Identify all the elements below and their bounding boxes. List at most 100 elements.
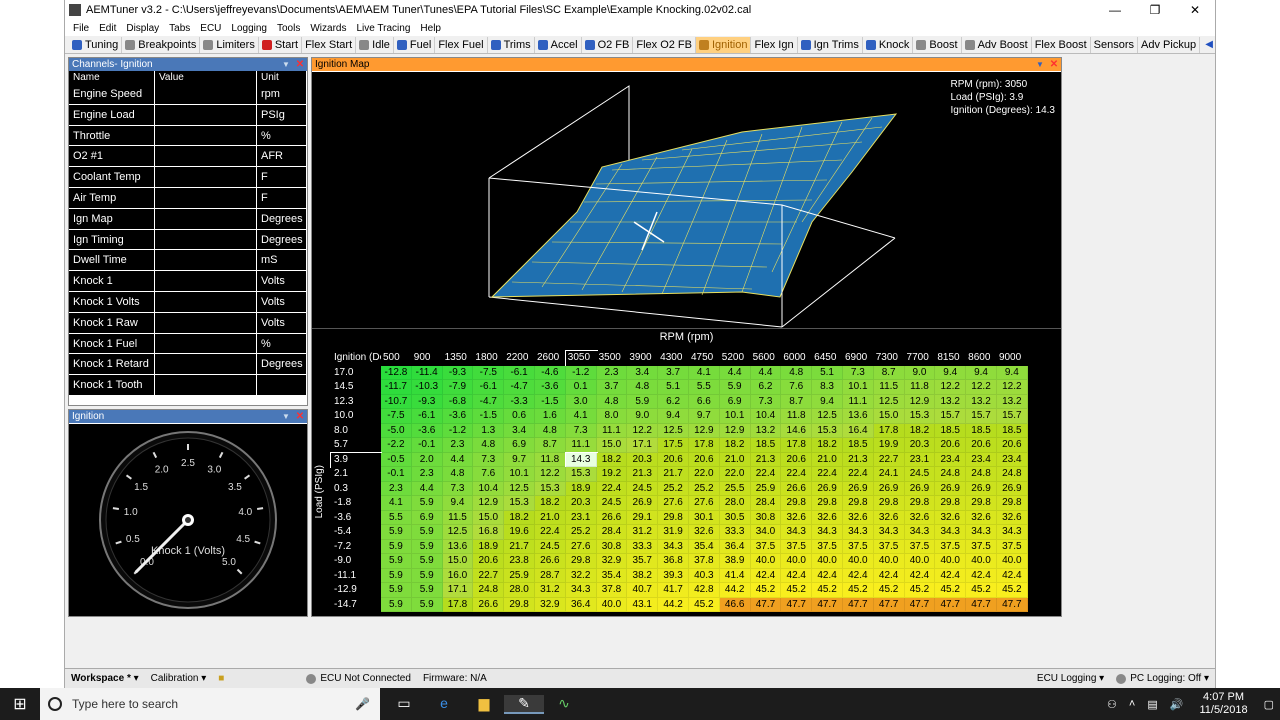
table-cell[interactable]: 37.5 xyxy=(904,539,936,554)
column-header[interactable]: Value xyxy=(155,71,257,84)
task-view-icon[interactable]: ▭ xyxy=(384,695,424,714)
rpm-breakpoint[interactable]: 4300 xyxy=(658,351,689,366)
close-button[interactable]: ✕ xyxy=(1175,0,1215,20)
rpm-breakpoint[interactable]: 7300 xyxy=(873,351,905,366)
table-cell[interactable]: 37.8 xyxy=(688,554,720,569)
table-cell[interactable]: 32.6 xyxy=(873,510,905,525)
table-cell[interactable]: 17.8 xyxy=(781,438,813,453)
scroll-left-icon[interactable]: ◀ xyxy=(1200,39,1215,50)
table-cell[interactable]: 8.7 xyxy=(873,365,905,380)
table-cell[interactable]: 8.3 xyxy=(812,380,843,395)
waveform-app-icon[interactable]: ∿ xyxy=(544,695,584,714)
table-cell[interactable]: 4.4 xyxy=(719,365,751,380)
close-icon[interactable]: ✕ xyxy=(293,59,307,70)
table-cell[interactable]: 28.0 xyxy=(504,583,535,598)
load-breakpoint[interactable]: -14.7 xyxy=(331,597,381,612)
table-cell[interactable]: 14.6 xyxy=(781,423,813,438)
channel-row[interactable]: Engine Speed rpm xyxy=(69,84,307,105)
menu-ecu[interactable]: ECU xyxy=(196,23,227,34)
table-cell[interactable]: 29.8 xyxy=(812,496,843,511)
table-cell[interactable]: 13.2 xyxy=(996,394,1028,409)
table-cell[interactable]: 12.9 xyxy=(688,423,720,438)
table-cell[interactable]: 42.4 xyxy=(781,568,813,583)
table-cell[interactable]: 26.9 xyxy=(842,481,874,496)
table-cell[interactable]: 5.9 xyxy=(411,539,443,554)
table-cell[interactable]: 45.2 xyxy=(904,583,936,598)
table-cell[interactable]: 37.5 xyxy=(996,539,1028,554)
table-cell[interactable]: -11.7 xyxy=(381,380,412,395)
table-cell[interactable]: 32.6 xyxy=(812,510,843,525)
table-cell[interactable]: 5.9 xyxy=(381,525,412,540)
table-cell[interactable]: 13.2 xyxy=(750,423,782,438)
table-cell[interactable]: 24.8 xyxy=(473,583,505,598)
table-cell[interactable]: 6.9 xyxy=(719,394,751,409)
table-cell[interactable]: 6.9 xyxy=(504,438,535,453)
load-breakpoint[interactable]: 17.0 xyxy=(331,365,381,380)
table-cell[interactable]: 18.2 xyxy=(504,510,535,525)
table-cell[interactable]: 15.7 xyxy=(966,409,997,424)
tab-flex-ign[interactable]: Flex Ign xyxy=(751,36,798,53)
table-cell[interactable]: 23.4 xyxy=(935,452,967,467)
table-cell[interactable]: 1.3 xyxy=(473,423,505,438)
table-cell[interactable]: 45.2 xyxy=(781,583,813,598)
table-cell[interactable]: 15.0 xyxy=(473,510,505,525)
table-cell[interactable]: 37.5 xyxy=(935,539,967,554)
table-cell[interactable]: 34.3 xyxy=(904,525,936,540)
table-cell[interactable]: 2.0 xyxy=(411,452,443,467)
rpm-breakpoint[interactable]: 6450 xyxy=(812,351,843,366)
table-cell[interactable]: -7.9 xyxy=(442,380,474,395)
menu-help[interactable]: Help xyxy=(416,23,447,34)
table-cell[interactable]: 47.7 xyxy=(781,597,813,612)
table-cell[interactable]: -10.3 xyxy=(411,380,443,395)
table-cell[interactable]: 42.4 xyxy=(996,568,1028,583)
table-cell[interactable]: 22.7 xyxy=(473,568,505,583)
table-cell[interactable]: 23.1 xyxy=(904,452,936,467)
table-cell[interactable]: 40.0 xyxy=(596,597,628,612)
table-cell[interactable]: 30.8 xyxy=(596,539,628,554)
menu-live-tracing[interactable]: Live Tracing xyxy=(352,23,416,34)
table-cell[interactable]: 1.6 xyxy=(534,409,566,424)
table-cell[interactable]: 20.6 xyxy=(966,438,997,453)
tab-flex-boost[interactable]: Flex Boost xyxy=(1032,36,1091,53)
table-cell[interactable]: 4.1 xyxy=(381,496,412,511)
table-cell[interactable]: 25.2 xyxy=(658,481,689,496)
microphone-icon[interactable]: 🎤 xyxy=(355,697,370,711)
table-cell[interactable]: 34.3 xyxy=(565,583,597,598)
table-cell[interactable]: -3.6 xyxy=(411,423,443,438)
table-cell[interactable]: 45.2 xyxy=(842,583,874,598)
close-icon[interactable]: ✕ xyxy=(293,411,307,422)
rpm-breakpoint[interactable]: 2200 xyxy=(504,351,535,366)
table-cell[interactable]: 24.8 xyxy=(996,467,1028,482)
table-cell[interactable]: 3.4 xyxy=(504,423,535,438)
table-cell[interactable]: 45.2 xyxy=(966,583,997,598)
table-cell[interactable]: 32.2 xyxy=(565,568,597,583)
table-cell[interactable]: 5.9 xyxy=(381,554,412,569)
table-cell[interactable]: 4.4 xyxy=(411,481,443,496)
table-cell[interactable]: -7.5 xyxy=(473,365,505,380)
menu-logging[interactable]: Logging xyxy=(227,23,273,34)
table-cell[interactable]: -6.1 xyxy=(504,365,535,380)
table-cell[interactable]: 26.6 xyxy=(473,597,505,612)
table-cell[interactable]: 22.4 xyxy=(842,467,874,482)
folder-icon[interactable]: ■ xyxy=(212,673,230,684)
table-cell[interactable]: -1.2 xyxy=(565,365,597,380)
table-cell[interactable]: 42.4 xyxy=(750,568,782,583)
menu-tabs[interactable]: Tabs xyxy=(165,23,196,34)
table-cell[interactable]: 37.5 xyxy=(842,539,874,554)
table-cell[interactable]: 15.3 xyxy=(812,423,843,438)
pc-logging-status[interactable]: PC Logging: Off ▾ xyxy=(1110,673,1215,684)
table-cell[interactable]: 32.6 xyxy=(966,510,997,525)
table-cell[interactable]: 35.7 xyxy=(627,554,659,569)
table-cell[interactable]: 5.9 xyxy=(411,568,443,583)
table-cell[interactable]: 14.3 xyxy=(564,451,598,468)
tab-flex-start[interactable]: Flex Start xyxy=(302,36,357,53)
table-cell[interactable]: 9.0 xyxy=(627,409,659,424)
table-cell[interactable]: 4.1 xyxy=(688,365,720,380)
table-cell[interactable]: 4.4 xyxy=(750,365,782,380)
table-cell[interactable]: 27.6 xyxy=(658,496,689,511)
load-breakpoint[interactable]: -12.9 xyxy=(331,583,381,598)
table-cell[interactable]: 29.8 xyxy=(935,496,967,511)
table-cell[interactable]: 21.0 xyxy=(719,452,751,467)
close-icon[interactable]: ✕ xyxy=(1047,59,1061,70)
table-cell[interactable]: 15.7 xyxy=(935,409,967,424)
